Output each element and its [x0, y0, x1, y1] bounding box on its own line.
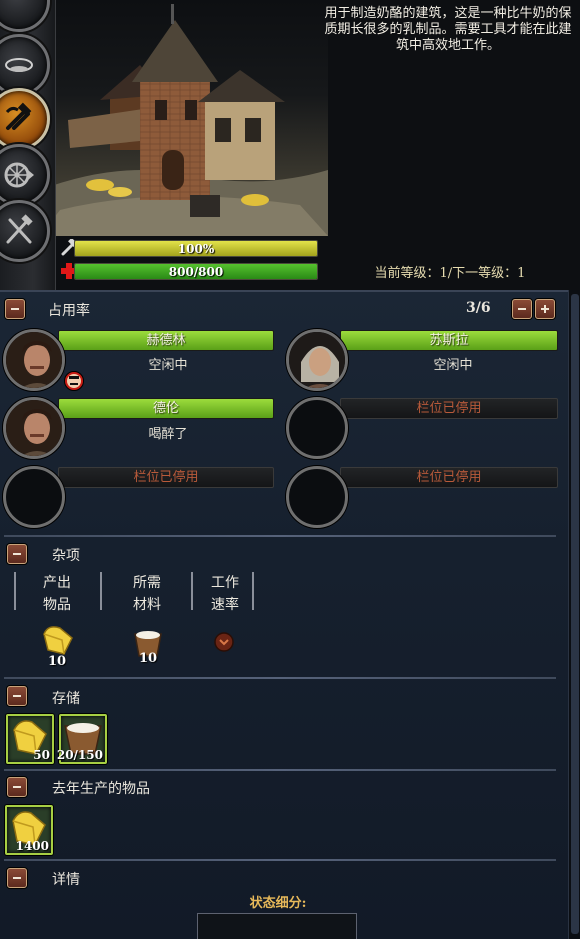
status-breakdown-box: [197, 913, 357, 939]
level-info: 当前等级：1/下一等级：1: [374, 266, 526, 281]
worker-status: 喝醉了: [148, 427, 188, 442]
section-divider: [4, 535, 556, 537]
empty-slot-avatar: [3, 466, 65, 528]
output-amount: 10: [48, 654, 67, 669]
section-divider: [4, 677, 556, 679]
section-divider: [4, 769, 556, 771]
disabled-slot-bar: 栏位已停用: [58, 467, 274, 488]
last-year-title: 去年生产的物品: [52, 781, 150, 797]
scrollbar[interactable]: [568, 290, 580, 939]
building-description: 用于制造奶酪的建筑，这是一种比牛奶的保质期长很多的乳制品。需要工具才能在此建筑中…: [324, 6, 572, 53]
output-item-label: 产出 物品: [43, 575, 71, 613]
details-title: 详情: [52, 872, 80, 888]
misc-title: 杂项: [52, 548, 80, 564]
status-breakdown-label: 状态细分:: [249, 896, 307, 911]
collapse-misc-button[interactable]: [7, 544, 27, 564]
sidebar-top-button[interactable]: [0, 0, 50, 32]
cart-wheel-icon: [4, 162, 34, 188]
rate-down-icon: [214, 632, 234, 652]
scroll-thumb[interactable]: [571, 294, 579, 934]
building-info-panel: [0, 290, 568, 939]
storage-title: 存储: [52, 691, 80, 707]
worker-avatar[interactable]: [3, 397, 65, 459]
production-tab-button[interactable]: [0, 88, 50, 150]
angry-face-icon: [64, 371, 84, 391]
add-worker-button[interactable]: [535, 299, 555, 319]
collapse-details-button[interactable]: [7, 868, 27, 888]
column-separator: [100, 572, 102, 610]
worker-avatar[interactable]: [286, 329, 348, 391]
storage-amount: 50: [33, 748, 50, 762]
cheese-icon: [43, 626, 73, 655]
storage-amount: 20/150: [56, 748, 103, 762]
condition-value: 100%: [177, 242, 215, 256]
worker-name-bar[interactable]: 苏斯拉: [340, 330, 558, 351]
storage-icon: [5, 58, 33, 72]
transport-tab-button[interactable]: [0, 144, 50, 206]
disabled-slot-bar: 栏位已停用: [340, 467, 558, 488]
building-illustration: [40, 0, 328, 236]
section-divider: [4, 859, 556, 861]
work-rate-label: 工作 速率: [211, 575, 239, 613]
worker-name-bar[interactable]: 德伦: [58, 398, 274, 419]
health-value: 800/800: [168, 265, 224, 279]
empty-slot-avatar: [286, 466, 348, 528]
condition-bar: 100%: [60, 239, 318, 257]
column-separator: [252, 572, 254, 610]
collapse-last-year-button[interactable]: [7, 777, 27, 797]
material-amount: 10: [139, 651, 158, 666]
column-separator: [191, 572, 193, 610]
hammer-pick-icon: [5, 102, 32, 130]
storage-tab-button[interactable]: [0, 34, 50, 96]
produced-amount: 1400: [15, 839, 49, 853]
crossed-tools-icon: [6, 214, 33, 244]
remove-worker-button[interactable]: [512, 299, 532, 319]
building-header: 用于制造奶酪的建筑，这是一种比牛奶的保质期长很多的乳制品。需要工具才能在此建筑中…: [0, 0, 580, 290]
collapse-occupancy-button[interactable]: [5, 299, 25, 319]
storage-slot[interactable]: 50: [6, 714, 54, 764]
produced-item-slot[interactable]: 1400: [5, 805, 53, 855]
occupancy-count: 3/6: [466, 300, 491, 316]
tools-tab-button[interactable]: [0, 200, 50, 262]
occupancy-title: 占用率: [48, 303, 90, 319]
worker-status: 空闲中: [433, 358, 473, 373]
worker-status: 空闲中: [148, 358, 188, 373]
disabled-slot-bar: 栏位已停用: [340, 398, 558, 419]
column-separator: [14, 572, 16, 610]
health-bar: 800/800: [60, 262, 318, 280]
sidebar: [0, 0, 56, 290]
collapse-storage-button[interactable]: [7, 686, 27, 706]
worker-avatar[interactable]: [3, 329, 65, 391]
empty-slot-avatar: [286, 397, 348, 459]
storage-slot[interactable]: 20/150: [56, 714, 107, 764]
required-material-label: 所需 材料: [133, 575, 161, 613]
worker-name-bar[interactable]: 赫德林: [58, 330, 274, 351]
